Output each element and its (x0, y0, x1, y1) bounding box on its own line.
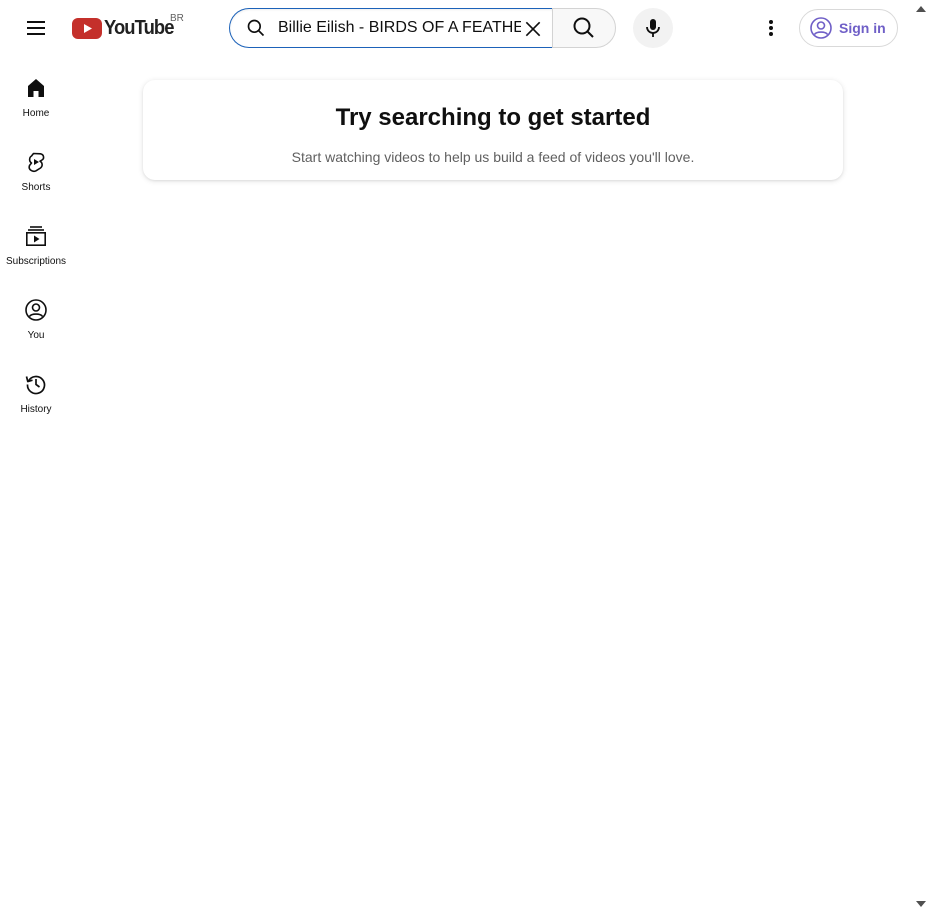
home-icon (24, 76, 48, 100)
logo-wordmark: YouTube (104, 16, 174, 39)
microphone-icon (646, 19, 660, 37)
more-vert-icon (769, 20, 773, 36)
sidebar-item-label: Home (22, 108, 50, 119)
sidebar-item-history[interactable]: History (4, 352, 68, 426)
country-code: BR (170, 13, 184, 24)
search-button[interactable] (552, 8, 616, 48)
sign-in-label: Sign in (839, 20, 886, 36)
masthead: YouTube BR Billie Eilish - BIRDS OF A FE… (0, 0, 929, 56)
sidebar-item-home[interactable]: Home (4, 56, 68, 130)
subscriptions-icon (24, 224, 48, 248)
close-icon (525, 21, 541, 37)
hamburger-menu-icon (27, 21, 45, 35)
history-icon (24, 372, 48, 396)
prompt-subtitle: Start watching videos to help us build a… (291, 149, 695, 165)
shorts-icon (24, 150, 48, 174)
page-title: Try searching to get started (335, 104, 651, 131)
voice-search-button[interactable] (633, 8, 673, 48)
youtube-play-logo-icon (72, 17, 102, 39)
search-icon (246, 18, 266, 38)
settings-more-button[interactable] (751, 8, 791, 48)
guide-menu-button[interactable] (16, 8, 56, 48)
sidebar-item-label: History (20, 404, 52, 415)
you-icon (24, 298, 48, 322)
empty-feed-prompt-card: Try searching to get started Start watch… (143, 80, 843, 180)
sidebar-item-label: Subscriptions (5, 256, 67, 267)
search-input-value: Billie Eilish - BIRDS OF A FEATHER (278, 19, 521, 36)
sidebar-item-you[interactable]: You (4, 278, 68, 352)
search-box[interactable]: Billie Eilish - BIRDS OF A FEATHER (229, 8, 553, 48)
search-icon (573, 17, 594, 38)
account-circle-icon (810, 17, 832, 39)
sign-in-button[interactable]: Sign in (799, 9, 898, 47)
youtube-logo[interactable]: YouTube (72, 16, 180, 40)
scrollbar-down-arrow-icon[interactable] (915, 899, 927, 909)
sidebar-item-label: You (27, 330, 45, 341)
sidebar-item-label: Shorts (21, 182, 51, 193)
scrollbar-up-arrow-icon[interactable] (915, 4, 927, 14)
clear-search-button[interactable] (515, 11, 551, 47)
sidebar-item-subscriptions[interactable]: Subscriptions (4, 204, 68, 278)
search-input[interactable]: Billie Eilish - BIRDS OF A FEATHER (278, 17, 521, 39)
sidebar-item-shorts[interactable]: Shorts (4, 130, 68, 204)
